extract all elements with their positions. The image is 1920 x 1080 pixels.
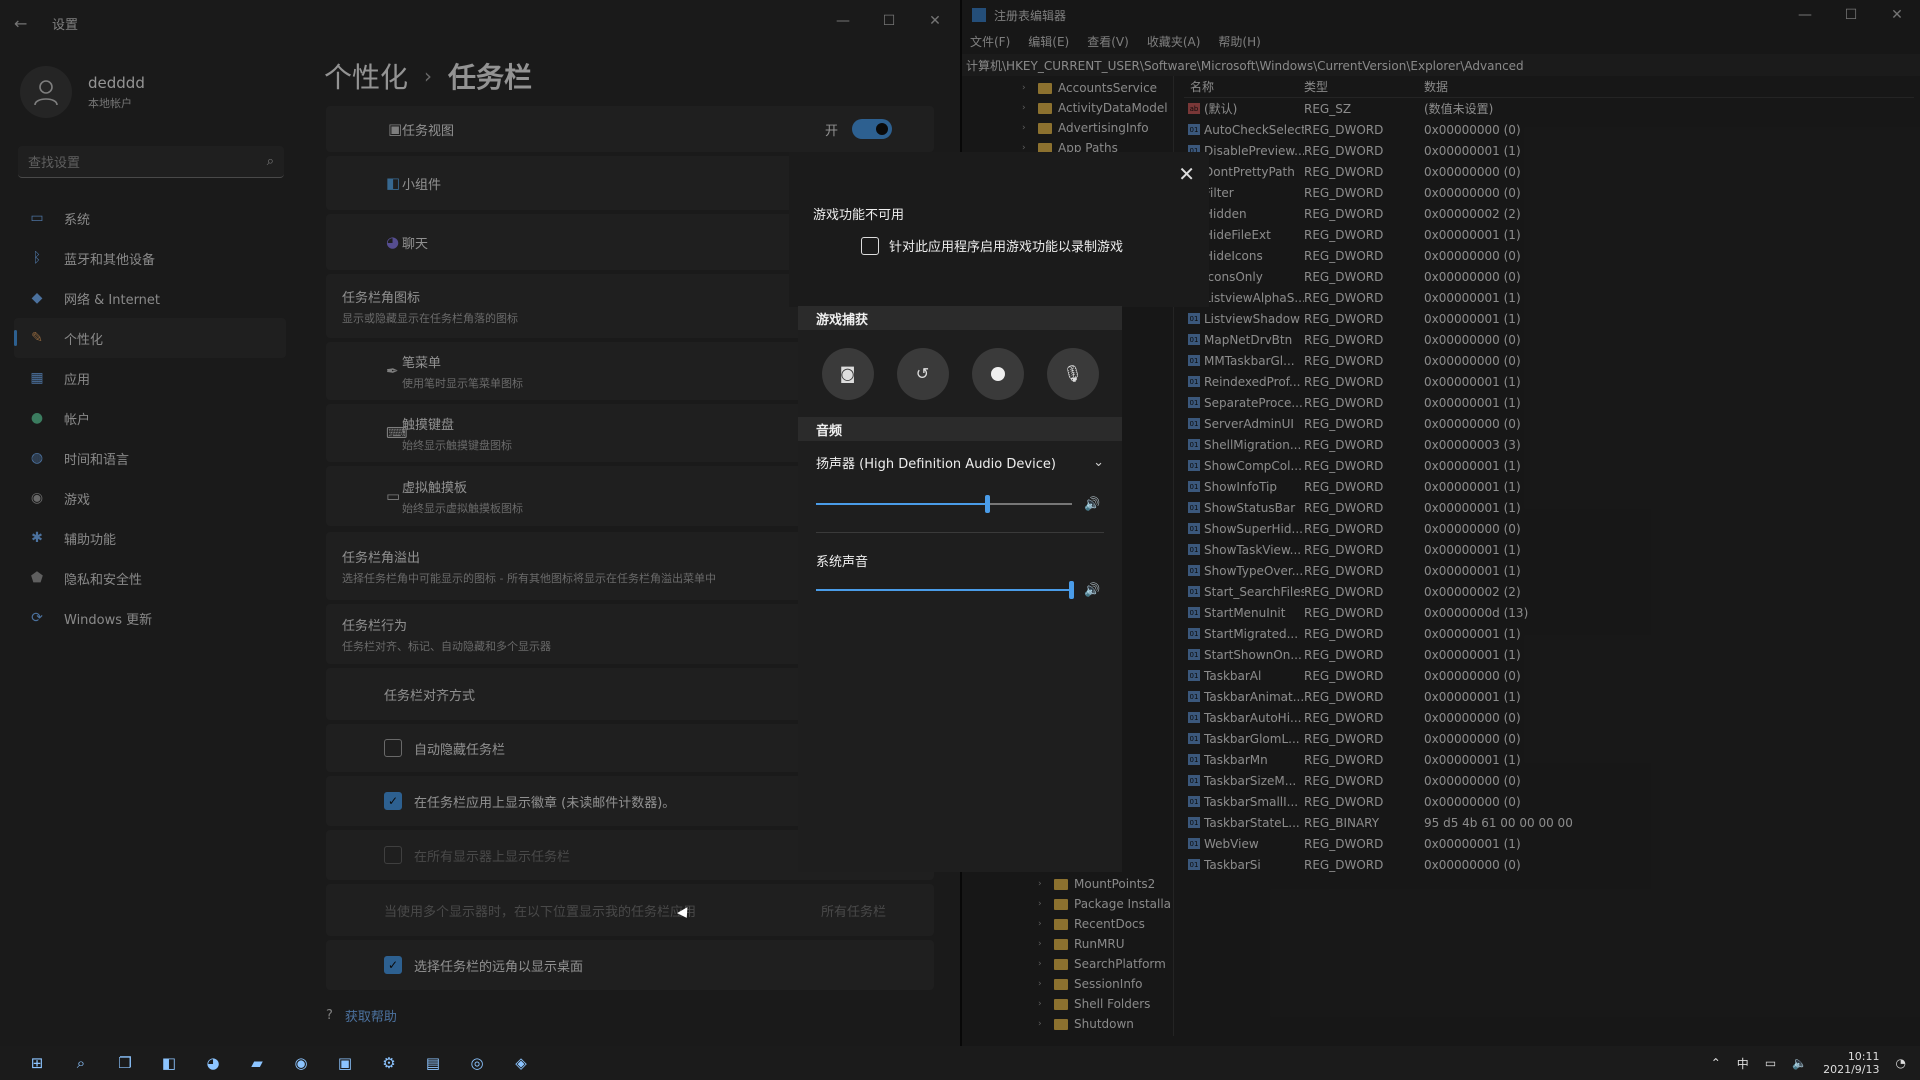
notice-title: 游戏功能不可用	[813, 208, 905, 223]
chat-icon[interactable]: ◕	[198, 1049, 228, 1077]
device-volume-track[interactable]	[816, 495, 1072, 513]
device-volume-thumb[interactable]	[984, 495, 990, 513]
system-volume-fill	[816, 589, 1072, 591]
regedit-icon[interactable]: ▤	[418, 1049, 448, 1077]
system-volume-track[interactable]	[816, 581, 1074, 599]
task-view-icon[interactable]: ❐	[110, 1049, 140, 1077]
mic-off-icon[interactable]: 🎙	[1046, 347, 1099, 400]
widgets-icon[interactable]: ◧	[154, 1049, 184, 1077]
edge-icon[interactable]: ◉	[286, 1049, 316, 1077]
enable-gaming-label: 针对此应用程序启用游戏功能以录制游戏	[889, 240, 1124, 255]
system-volume-thumb[interactable]	[1069, 581, 1074, 599]
taskbar-apps: ⊞ ⌕ ❐ ◧ ◕ ▰ ◉ ▣ ⚙ ▤ ◎ ◈	[0, 1049, 536, 1077]
windows-start-icon[interactable]: ⊞	[22, 1049, 52, 1077]
record-last-icon[interactable]: ↺	[896, 347, 949, 400]
app-icon[interactable]: ◈	[506, 1049, 536, 1077]
notification-icon[interactable]: ◔	[1896, 1056, 1906, 1070]
clock-time: 10:11	[1847, 1050, 1880, 1063]
file-explorer-icon[interactable]: ▰	[242, 1049, 272, 1077]
chevron-up-icon[interactable]: ⌃	[1711, 1056, 1721, 1070]
input-language[interactable]: 中	[1737, 1055, 1749, 1072]
clock-date: 2021/9/13	[1823, 1063, 1880, 1076]
enable-gaming-checkbox[interactable]	[861, 236, 879, 255]
audio-widget-title[interactable]: 音频	[798, 417, 1122, 441]
chevron-down-icon: ⌄	[1093, 455, 1104, 470]
system-sound-label: 系统声音	[816, 555, 869, 570]
system-volume-slider[interactable]: 🔊	[816, 580, 1104, 600]
device-volume-slider[interactable]: 🔊	[816, 494, 1104, 514]
network-icon[interactable]: ▭	[1765, 1056, 1776, 1070]
system-tray: ⌃ 中 ▭ 🔈 10:11 2021/9/13 ◔	[1711, 1046, 1906, 1080]
speaker-volume-icon[interactable]: 🔊	[1084, 583, 1100, 598]
search-icon[interactable]: ⌕	[66, 1049, 96, 1077]
settings-gear-icon[interactable]: ⚙	[374, 1049, 404, 1077]
device-volume-fill	[816, 503, 988, 505]
audio-device-select[interactable]: 扬声器 (High Definition Audio Device) ⌄	[798, 441, 1122, 472]
audio-device-label: 扬声器 (High Definition Audio Device)	[816, 457, 1056, 472]
enable-gaming-option[interactable]: 针对此应用程序启用游戏功能以录制游戏	[861, 236, 1123, 255]
taskbar-clock[interactable]: 10:11 2021/9/13	[1823, 1050, 1879, 1076]
xbox-gamebar-icon[interactable]: ◎	[462, 1049, 492, 1077]
speaker-volume-icon[interactable]: 🔊	[1084, 497, 1100, 512]
volume-icon[interactable]: 🔈	[1792, 1056, 1807, 1070]
start-recording-icon[interactable]	[971, 347, 1024, 400]
close-icon[interactable]: ✕	[1178, 162, 1195, 186]
record-dot	[990, 366, 1005, 381]
capture-controls: ◙ ↺ 🎙	[798, 330, 1122, 417]
gamebar-notice-popup: ✕ 游戏功能不可用 针对此应用程序启用游戏功能以录制游戏	[789, 152, 1209, 307]
store-icon[interactable]: ▣	[330, 1049, 360, 1077]
gamebar-widget-panel: 游戏捕获 ◙ ↺ 🎙 音频 扬声器 (High Definition Audio…	[798, 306, 1122, 872]
windows-taskbar: ⊞ ⌕ ❐ ◧ ◕ ▰ ◉ ▣ ⚙ ▤ ◎ ◈ ⌃ 中 ▭ 🔈 10:11 2021/9/13 ◔	[0, 1046, 1920, 1080]
capture-widget-title[interactable]: 游戏捕获	[798, 306, 1122, 330]
screenshot-camera-icon[interactable]: ◙	[821, 347, 874, 400]
